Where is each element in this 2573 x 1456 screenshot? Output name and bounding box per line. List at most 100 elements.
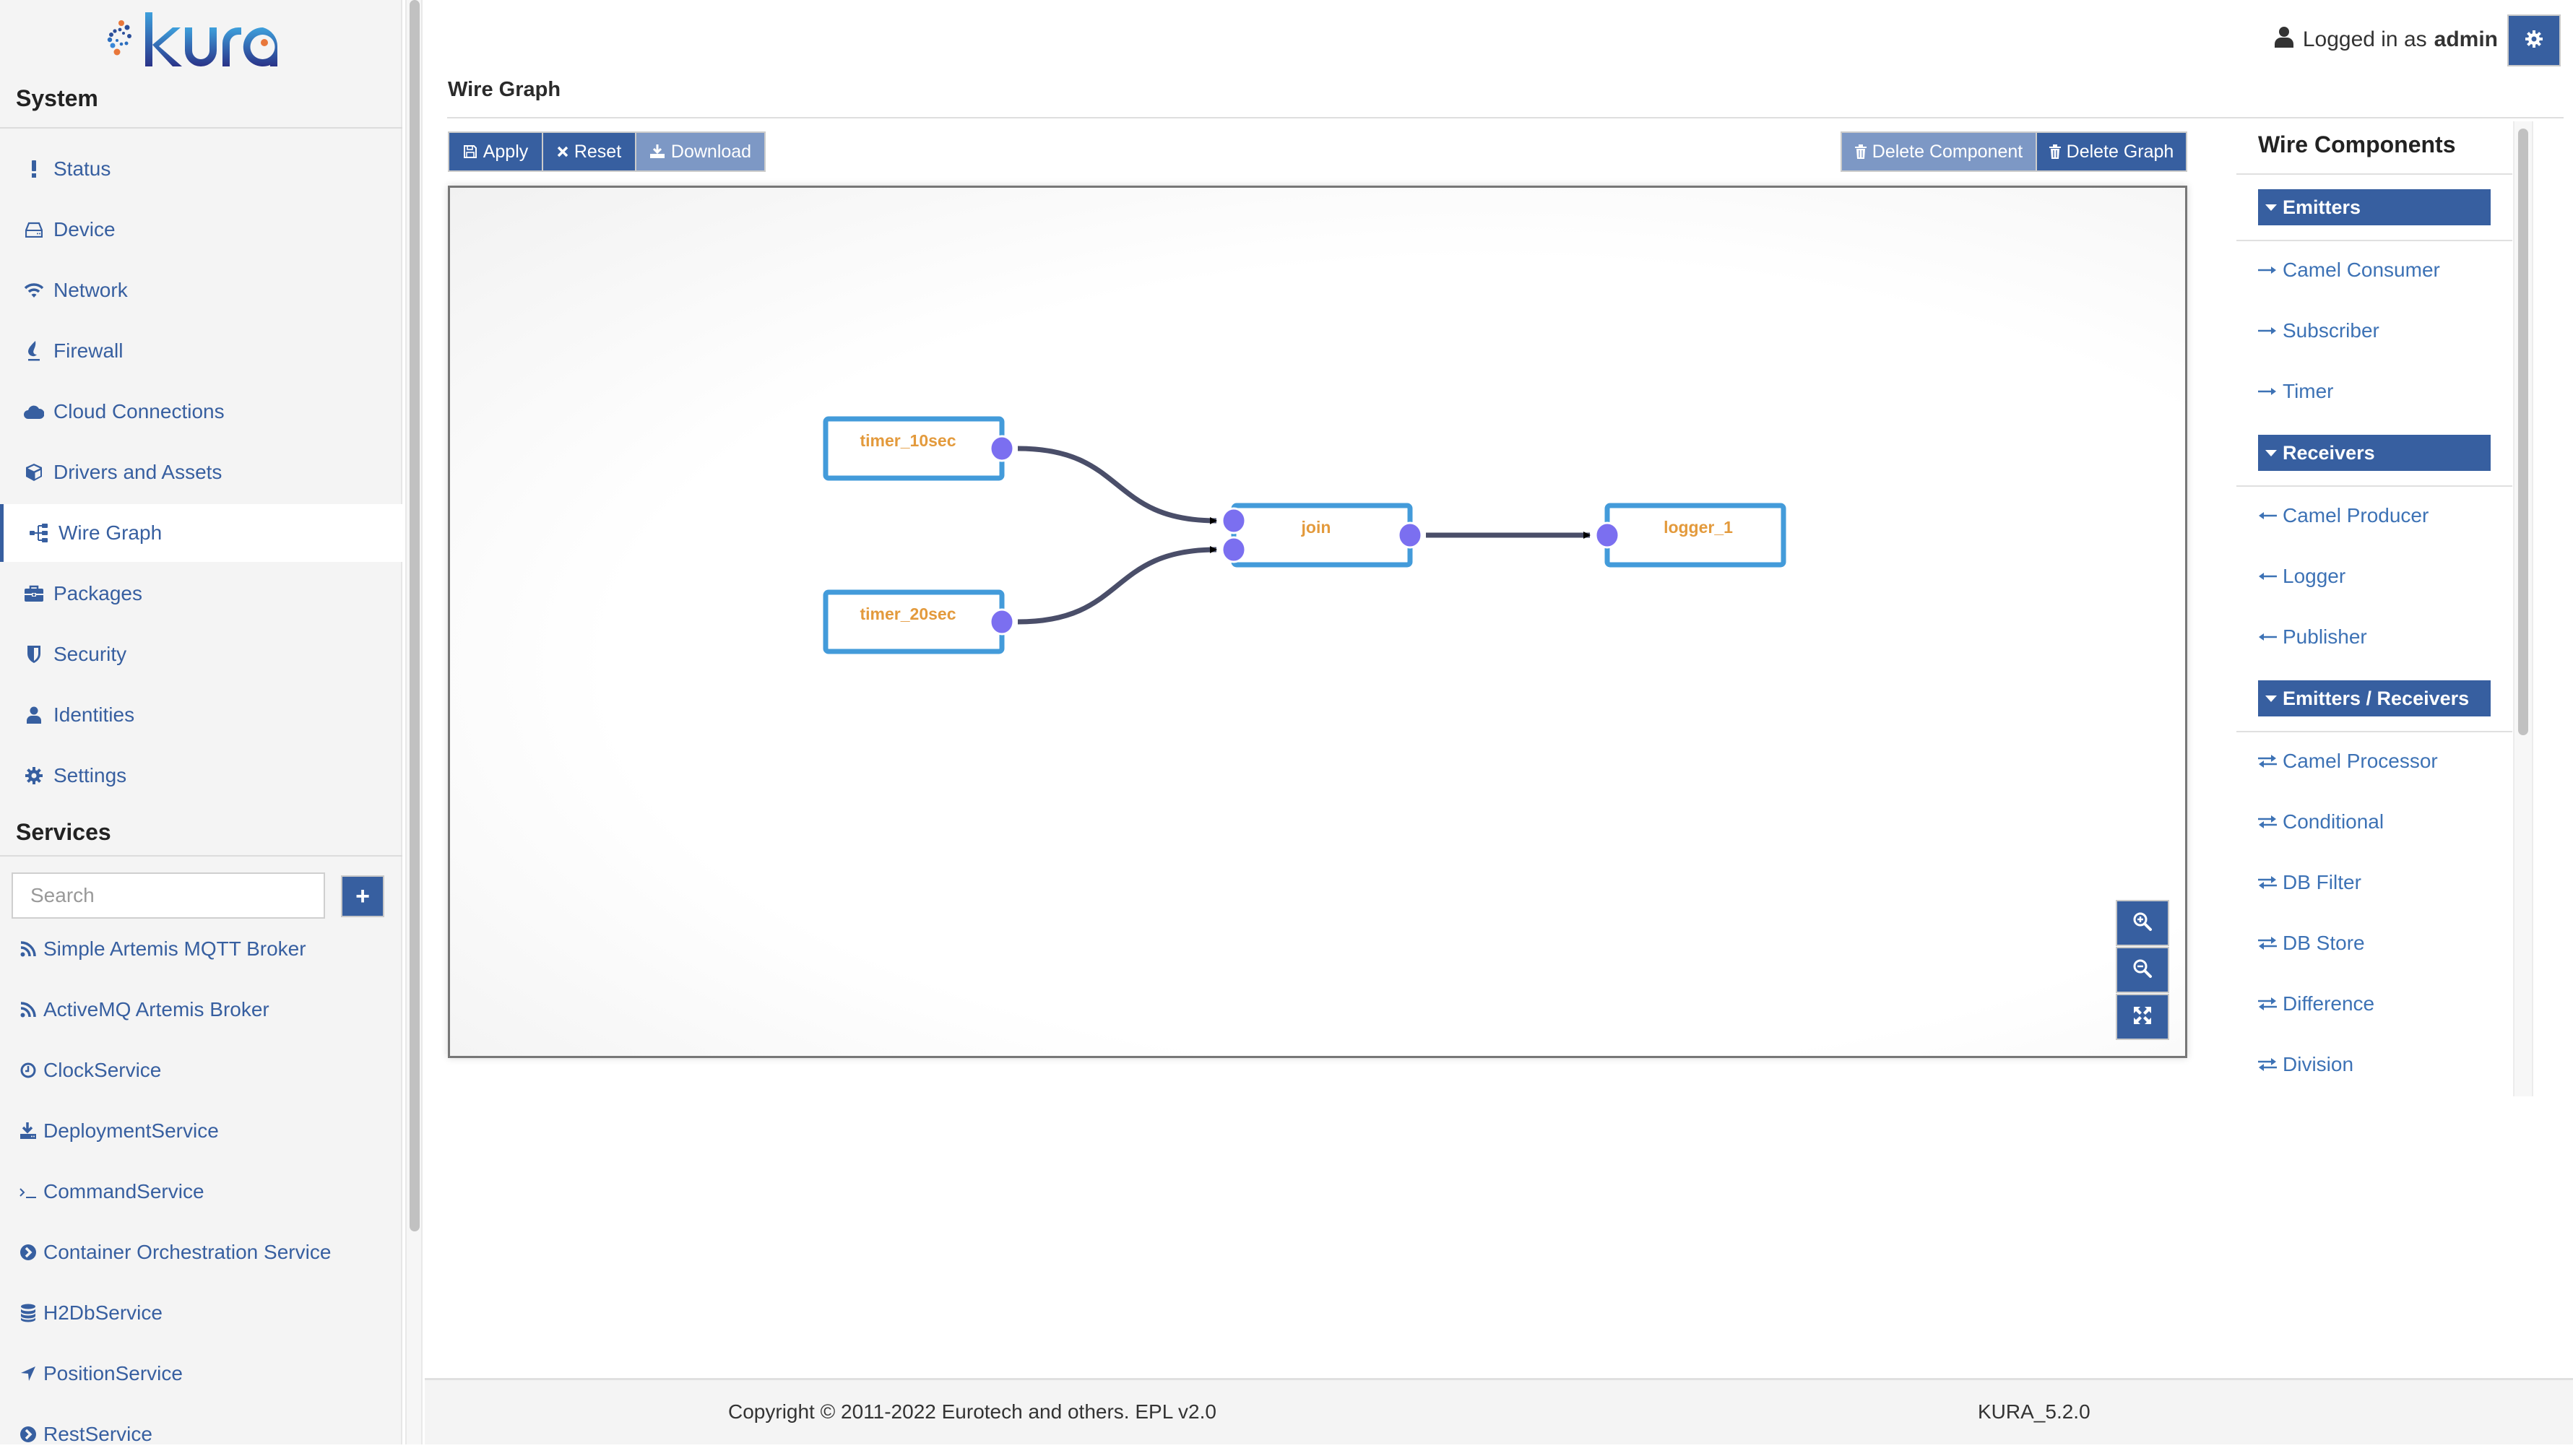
settings-button[interactable] [2507,14,2561,66]
sidebar-item-device[interactable]: Device [0,201,402,259]
wire-timer_20sec-to-join[interactable] [1017,546,1217,625]
component-item-subscriber[interactable]: Subscriber [2258,313,2379,349]
add-service-button[interactable]: + [341,875,384,917]
zoom-in-button[interactable] [2116,900,2169,946]
component-item-camel-processor[interactable]: Camel Processor [2258,743,2438,779]
fit-to-screen-button[interactable] [2116,994,2169,1040]
reset-button[interactable]: Reset [542,131,636,172]
input-port[interactable] [1594,521,1620,549]
arrow-left-icon [2258,633,2278,641]
sidebar-item-wire-graph[interactable]: Wire Graph [0,504,402,562]
graph-node-join[interactable]: join [1221,503,1423,568]
terminal-icon [19,1184,38,1199]
caret-down-icon [2265,449,2277,456]
service-item-simple-artemis-mqtt-broker[interactable]: Simple Artemis MQTT Broker [19,927,306,971]
component-item-timer[interactable]: Timer [2258,373,2334,410]
download-icon [19,1122,38,1140]
sidebar-item-drivers-and-assets[interactable]: Drivers and Assets [0,443,402,501]
service-item-h2dbservice[interactable]: H2DbService [19,1291,163,1335]
service-item-activemq-artemis-broker[interactable]: ActiveMQ Artemis Broker [19,988,269,1031]
sidebar-item-packages[interactable]: Packages [0,565,402,623]
wire-timer_10sec-to-join[interactable] [1017,446,1217,524]
input-port[interactable] [1221,536,1247,563]
output-port[interactable] [1397,521,1423,549]
sidebar-item-label: Identities [53,703,135,726]
sidebar-item-identities[interactable]: Identities [0,686,402,744]
gear-icon [2525,30,2543,52]
exchange-icon [2258,875,2278,890]
component-item-division[interactable]: Division [2258,1046,2353,1083]
services-divider [0,855,402,857]
sidebar-item-settings[interactable]: Settings [0,747,402,805]
download-label: Download [670,141,752,162]
sitemap-icon [28,523,50,543]
sidebar-item-label: Settings [53,764,127,786]
sidebar: System Status Device Network Firewall Cloud … [0,0,402,1445]
service-item-clockservice[interactable]: ClockService [19,1049,161,1092]
component-item-conditional[interactable]: Conditional [2258,804,2384,840]
apply-button[interactable]: Apply [448,131,543,172]
component-item-label: Difference [2283,992,2375,1015]
sidebar-scrollbar[interactable] [405,0,423,1444]
zoom-out-button[interactable] [2116,947,2169,993]
graph-node-timer_20sec[interactable]: timer_20sec [823,589,1015,654]
component-item-db-filter[interactable]: DB Filter [2258,864,2361,901]
category-emitters-receivers[interactable]: Emitters / Receivers [2258,680,2491,716]
component-item-label: Publisher [2283,625,2367,648]
output-port[interactable] [989,435,1015,462]
node-label: logger_1 [1664,518,1733,537]
service-item-restservice[interactable]: RestService [19,1413,152,1456]
wire-graph-canvas[interactable]: timer_10sec timer_20sec join logger_1 [448,186,2187,1058]
graph-node-timer_10sec[interactable]: timer_10sec [823,416,1015,481]
expand-icon [2133,1006,2152,1028]
category-emitters[interactable]: Emitters [2258,189,2491,225]
sidebar-item-network[interactable]: Network [0,261,402,319]
cube-icon [23,463,45,482]
service-item-positionservice[interactable]: PositionService [19,1352,183,1395]
component-item-difference[interactable]: Difference [2258,986,2374,1022]
delete-component-button[interactable]: Delete Component [1841,131,2037,172]
logged-in-label: Logged in as [2302,27,2427,51]
sidebar-item-label: Packages [53,582,142,604]
exchange-icon [2258,754,2278,768]
zoom-out-icon [2132,958,2153,982]
wire-components-scrollbar[interactable] [2513,121,2533,1096]
briefcase-icon [23,585,45,602]
category-label: Receivers [2283,441,2375,464]
service-item-deploymentservice[interactable]: DeploymentService [19,1109,219,1153]
delete-component-label: Delete Component [1872,141,2023,162]
arrow-left-icon [2258,572,2278,581]
service-item-label: DeploymentService [43,1119,219,1142]
services-search-input[interactable] [12,872,325,919]
category-receivers[interactable]: Receivers [2258,435,2491,471]
service-item-commandservice[interactable]: CommandService [19,1170,204,1213]
wire-components-title: Wire Components [2258,131,2456,157]
component-item-camel-producer[interactable]: Camel Producer [2258,498,2429,534]
service-item-container-orchestration-service[interactable]: Container Orchestration Service [19,1231,331,1274]
component-item-publisher[interactable]: Publisher [2258,619,2367,655]
sidebar-item-firewall[interactable]: Firewall [0,322,402,380]
arrow-right-icon [2258,387,2278,396]
download-button[interactable]: Download [635,131,766,172]
cloud-icon [23,404,45,420]
graph-node-logger_1[interactable]: logger_1 [1594,503,1786,568]
service-item-label: ClockService [43,1059,162,1081]
input-port[interactable] [1221,507,1247,534]
output-port[interactable] [989,608,1015,636]
category-divider [2236,731,2512,732]
component-item-db-store[interactable]: DB Store [2258,925,2365,961]
sidebar-item-security[interactable]: Security [0,625,402,683]
service-item-label: CommandService [43,1180,204,1202]
component-item-logger[interactable]: Logger [2258,558,2345,594]
logo-wordmark [145,12,278,66]
wire-graph[interactable]: timer_10sec timer_20sec join logger_1 [450,188,2185,1056]
wire-components-scrollbar-thumb[interactable] [2518,129,2528,735]
sidebar-item-status[interactable]: Status [0,140,402,198]
delete-graph-button[interactable]: Delete Graph [2036,131,2187,172]
sidebar-scrollbar-thumb[interactable] [410,0,420,1231]
sidebar-item-cloud-connections[interactable]: Cloud Connections [0,383,402,441]
exchange-icon [2258,936,2278,950]
component-item-camel-consumer[interactable]: Camel Consumer [2258,252,2440,288]
user-icon [23,706,45,724]
sidebar-item-label: Network [53,279,128,301]
